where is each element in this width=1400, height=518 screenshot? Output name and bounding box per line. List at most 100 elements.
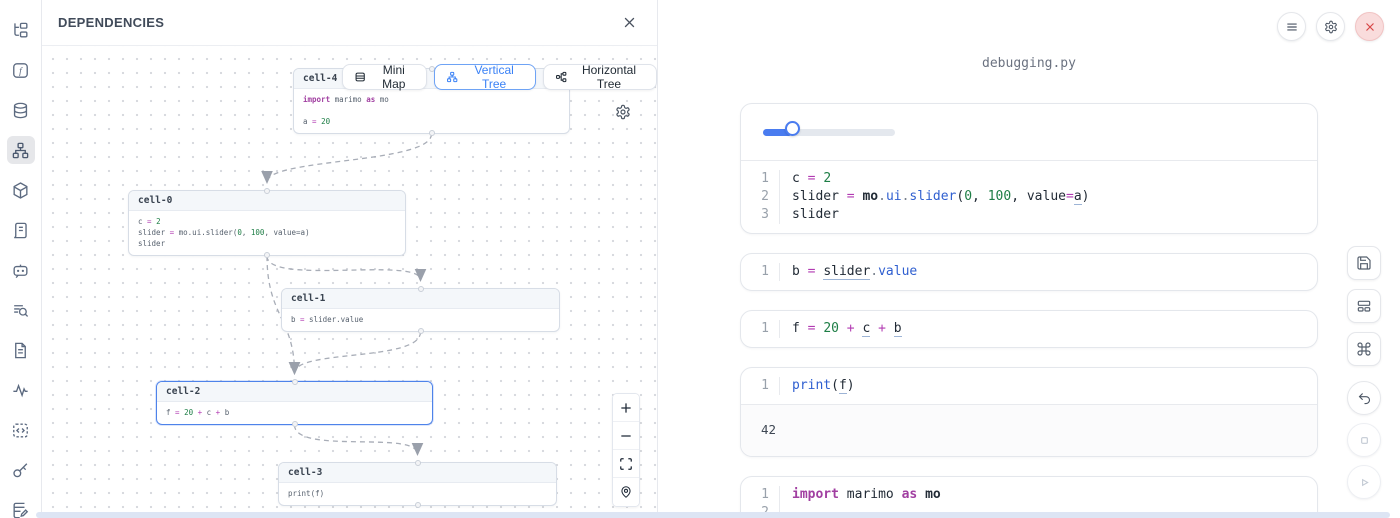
dependencies-panel: DEPENDENCIES cell-4import marimo as mo a… — [42, 0, 658, 518]
notebook-filename[interactable]: debugging.py — [658, 56, 1400, 71]
slider-track[interactable] — [763, 129, 895, 136]
notebook-cell-cell-3[interactable]: 1print(f)42 — [740, 367, 1318, 457]
graph-node-code: import marimo as mo a = 20 — [294, 89, 569, 133]
slider-thumb[interactable] — [785, 121, 800, 136]
horizontal-scrollbar[interactable] — [36, 512, 1390, 518]
dependency-graph-canvas[interactable]: cell-4import marimo as mo a = 20cell-0c … — [42, 46, 657, 518]
code-lines: f = 20 + c + b — [779, 320, 1317, 338]
zoom-in-button[interactable] — [613, 394, 639, 422]
sidebar-item-documentation[interactable] — [7, 336, 35, 364]
node-handle-bottom — [292, 421, 298, 427]
list-search-icon — [11, 301, 30, 320]
notebook-settings-button[interactable] — [1316, 12, 1345, 41]
close-icon — [1363, 20, 1377, 34]
sidebar-item-tracing[interactable] — [7, 296, 35, 324]
graph-node-cell-2[interactable]: cell-2f = 20 + c + b — [156, 381, 433, 425]
sidebar-item-logs[interactable] — [7, 216, 35, 244]
pulse-icon — [11, 381, 30, 400]
notebook-cell-cell-0[interactable]: 123c = 2slider = mo.ui.slider(0, 100, va… — [740, 103, 1318, 234]
sidebar-item-file-tree[interactable] — [7, 16, 35, 44]
scroll-icon — [11, 221, 30, 240]
app-window: f DEPENDENCIES cell-4import m — [0, 0, 1400, 518]
code-lines: print(f) — [779, 377, 1317, 395]
code-box-icon — [11, 421, 30, 440]
stop-button[interactable] — [1347, 423, 1381, 457]
vertical-tree-label: Vertical Tree — [465, 63, 524, 91]
graph-node-cell-0[interactable]: cell-0c = 2slider = mo.ui.slider(0, 100,… — [128, 190, 406, 256]
run-all-button[interactable] — [1347, 465, 1381, 499]
graph-settings-button[interactable] — [613, 102, 633, 122]
close-icon — [622, 15, 637, 30]
node-handle-top — [418, 286, 424, 292]
chat-bot-icon — [11, 261, 30, 280]
fullscreen-icon — [619, 457, 633, 471]
play-icon — [1357, 475, 1372, 490]
graph-node-title: cell-1 — [282, 289, 559, 309]
close-panel-button[interactable] — [620, 13, 639, 32]
notebook-cells: 123c = 2slider = mo.ui.slider(0, 100, va… — [740, 103, 1318, 518]
keyboard-shortcuts-button[interactable] — [1347, 332, 1381, 366]
save-button[interactable] — [1347, 246, 1381, 280]
line-number-gutter: 1 — [741, 263, 779, 281]
sidebar-item-scratchpad[interactable] — [7, 496, 35, 518]
variables-icon: f — [11, 61, 30, 80]
gear-icon — [1324, 20, 1338, 34]
node-handle-top — [264, 188, 270, 194]
dependencies-panel-header: DEPENDENCIES — [42, 0, 657, 46]
locate-button[interactable] — [613, 478, 639, 506]
notebook-panel: debugging.py 123c = 2slider = mo.ui.slid… — [658, 0, 1400, 518]
horizontal-tree-label: Horizontal Tree — [573, 63, 645, 91]
node-handle-top — [292, 379, 298, 385]
cell-code-editor[interactable]: 123c = 2slider = mo.ui.slider(0, 100, va… — [741, 161, 1317, 233]
sidebar-item-packages[interactable] — [7, 176, 35, 204]
node-handle-bottom — [415, 502, 421, 508]
graph-node-code: c = 2slider = mo.ui.slider(0, 100, value… — [129, 211, 405, 255]
slider-widget[interactable] — [763, 125, 895, 140]
sidebar-item-chat[interactable] — [7, 256, 35, 284]
sidebar-item-secrets[interactable] — [7, 456, 35, 484]
graph-node-title: cell-0 — [129, 191, 405, 211]
sidebar-item-dependencies[interactable] — [7, 136, 35, 164]
line-number-gutter: 1 — [741, 377, 779, 395]
code-lines: c = 2slider = mo.ui.slider(0, 100, value… — [779, 170, 1317, 224]
fit-view-button[interactable] — [613, 450, 639, 478]
gear-icon — [615, 104, 631, 120]
dependency-graph-icon — [11, 141, 30, 160]
code-lines: b = slider.value — [779, 263, 1317, 281]
sidebar-item-variables[interactable]: f — [7, 56, 35, 84]
notebook-cell-cell-1[interactable]: 1b = slider.value — [740, 253, 1318, 291]
horizontal-tree-button[interactable]: Horizontal Tree — [543, 64, 657, 90]
layout-panels-icon — [1356, 298, 1372, 314]
sidebar-item-profiler[interactable] — [7, 376, 35, 404]
cell-code-editor[interactable]: 1f = 20 + c + b — [741, 311, 1317, 347]
stop-icon — [1357, 433, 1372, 448]
vertical-tree-button[interactable]: Vertical Tree — [434, 64, 535, 90]
undo-button[interactable] — [1347, 381, 1381, 415]
panel-title: DEPENDENCIES — [58, 15, 164, 30]
zoom-controls — [612, 393, 640, 507]
package-cube-icon — [11, 181, 30, 200]
minus-icon — [619, 429, 633, 443]
document-icon — [11, 341, 30, 360]
sidebar-item-snippets[interactable] — [7, 416, 35, 444]
notebook-cell-cell-2[interactable]: 1f = 20 + c + b — [740, 310, 1318, 348]
cell-code-editor[interactable]: 1print(f) — [741, 368, 1317, 404]
sidebar-item-datasources[interactable] — [7, 96, 35, 124]
sidebar: f — [0, 0, 42, 518]
vertical-tree-icon — [446, 70, 458, 84]
zoom-out-button[interactable] — [613, 422, 639, 450]
node-handle-top — [415, 460, 421, 466]
graph-node-cell-3[interactable]: cell-3print(f) — [278, 462, 557, 506]
mini-map-button[interactable]: Mini Map — [342, 64, 427, 90]
hamburger-menu-icon — [1285, 20, 1299, 34]
shutdown-button[interactable] — [1355, 12, 1384, 41]
graph-node-cell-1[interactable]: cell-1b = slider.value — [281, 288, 560, 332]
key-icon — [11, 461, 30, 480]
layout-button[interactable] — [1347, 289, 1381, 323]
menu-button[interactable] — [1277, 12, 1306, 41]
graph-node-title: cell-2 — [157, 382, 432, 402]
file-tree-icon — [11, 21, 30, 40]
line-number-gutter: 1 — [741, 320, 779, 338]
graph-nodes: cell-4import marimo as mo a = 20cell-0c … — [42, 46, 657, 518]
cell-code-editor[interactable]: 1b = slider.value — [741, 254, 1317, 290]
